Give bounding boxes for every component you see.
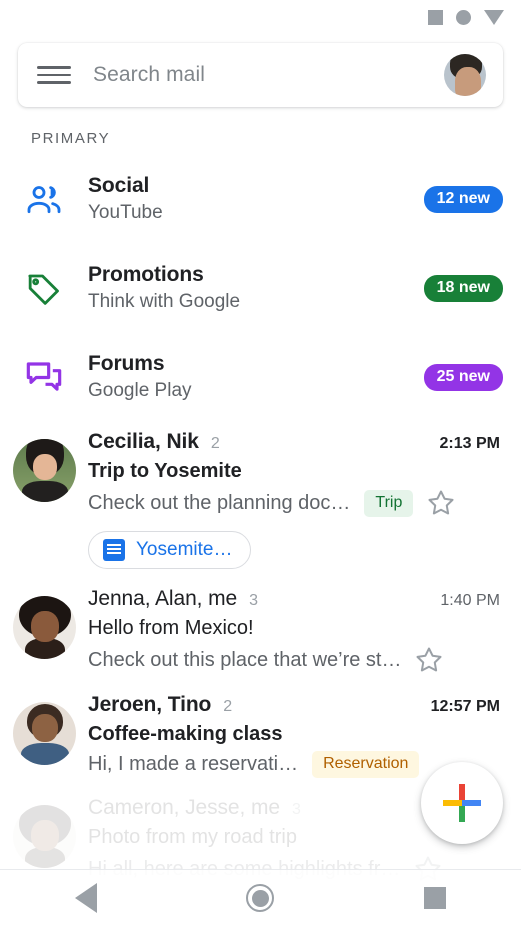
people-icon bbox=[0, 180, 88, 220]
category-text-social: Social YouTube bbox=[88, 173, 424, 226]
mail-snippet: Hi, I made a reservati… bbox=[88, 753, 298, 776]
mail-header-line: Cecilia, Nik 2 2:13 PM bbox=[88, 430, 517, 454]
mail-subject: Hello from Mexico! bbox=[88, 615, 517, 641]
category-row-forums[interactable]: Forums Google Play 25 new bbox=[0, 333, 521, 422]
category-row-promotions[interactable]: Promotions Think with Google 18 new bbox=[0, 244, 521, 333]
mail-label-chip[interactable]: Reservation bbox=[312, 751, 419, 778]
home-circle-icon[interactable] bbox=[246, 884, 274, 912]
category-subtitle: YouTube bbox=[88, 200, 424, 226]
recents-square-icon[interactable] bbox=[424, 887, 446, 909]
attachment-name: Yosemite… bbox=[136, 539, 232, 561]
square-icon bbox=[428, 10, 443, 25]
account-avatar[interactable] bbox=[444, 54, 486, 96]
search-input[interactable]: Search mail bbox=[93, 63, 444, 87]
category-subtitle: Google Play bbox=[88, 378, 424, 404]
mail-header-line: Jenna, Alan, me 3 1:40 PM bbox=[88, 587, 517, 611]
mail-snippet-line: Check out the planning doc… Trip bbox=[88, 488, 517, 518]
badge-forums: 25 new bbox=[424, 364, 503, 391]
triangle-down-icon bbox=[484, 10, 504, 25]
star-icon[interactable] bbox=[407, 645, 451, 675]
search-bar-container: Search mail bbox=[0, 34, 521, 107]
mail-snippet: Check out the planning doc… bbox=[88, 492, 350, 515]
mail-content-jenna: Jenna, Alan, me 3 1:40 PM Hello from Mex… bbox=[88, 587, 521, 675]
mail-thread-count: 3 bbox=[292, 801, 301, 819]
mail-timestamp: 12:57 PM bbox=[431, 698, 517, 716]
category-text-promotions: Promotions Think with Google bbox=[88, 262, 424, 315]
mail-sender: Jeroen, Tino bbox=[88, 693, 211, 717]
avatar-cecilia bbox=[0, 430, 88, 569]
mail-label-chip[interactable]: Trip bbox=[364, 490, 413, 517]
avatar-jeroen bbox=[0, 693, 88, 778]
mail-thread-count: 2 bbox=[223, 698, 232, 716]
mail-thread-count: 2 bbox=[211, 435, 220, 453]
mail-sender: Cecilia, Nik bbox=[88, 430, 199, 454]
mail-sender: Cameron, Jesse, me bbox=[88, 796, 280, 820]
attachment-chip[interactable]: Yosemite… bbox=[88, 531, 251, 569]
mail-timestamp: 1:40 PM bbox=[440, 592, 517, 610]
mail-subject: Trip to Yosemite bbox=[88, 458, 517, 484]
gmail-inbox-screen: Search mail PRIMARY Social YouTube 12 ne… bbox=[0, 0, 521, 926]
badge-promotions: 18 new bbox=[424, 275, 503, 302]
android-nav-bar bbox=[0, 870, 521, 926]
back-triangle-icon[interactable] bbox=[75, 883, 97, 913]
mail-row-jenna[interactable]: Jenna, Alan, me 3 1:40 PM Hello from Mex… bbox=[0, 579, 521, 685]
compose-fab-button[interactable] bbox=[421, 762, 503, 844]
mail-subject: Coffee-making class bbox=[88, 721, 517, 747]
forum-icon bbox=[0, 358, 88, 398]
category-text-forums: Forums Google Play bbox=[88, 351, 424, 404]
mail-snippet: Check out this place that we’re st… bbox=[88, 649, 401, 672]
category-row-social[interactable]: Social YouTube 12 new bbox=[0, 155, 521, 244]
star-icon[interactable] bbox=[419, 488, 463, 518]
mail-sender: Jenna, Alan, me bbox=[88, 587, 237, 611]
mail-timestamp: 2:13 PM bbox=[440, 435, 517, 453]
avatar-jenna bbox=[0, 587, 88, 675]
section-header-primary: PRIMARY bbox=[0, 107, 521, 155]
category-subtitle: Think with Google bbox=[88, 289, 424, 315]
mail-row-cecilia[interactable]: Cecilia, Nik 2 2:13 PM Trip to Yosemite … bbox=[0, 422, 521, 579]
search-bar[interactable]: Search mail bbox=[18, 43, 503, 107]
mail-content-cecilia: Cecilia, Nik 2 2:13 PM Trip to Yosemite … bbox=[88, 430, 521, 569]
mail-snippet-line: Check out this place that we’re st… bbox=[88, 645, 517, 675]
google-plus-icon bbox=[443, 784, 481, 822]
badge-social: 12 new bbox=[424, 186, 503, 213]
tag-icon bbox=[0, 269, 88, 309]
mail-header-line: Jeroen, Tino 2 12:57 PM bbox=[88, 693, 517, 717]
category-title: Promotions bbox=[88, 262, 424, 288]
category-title: Social bbox=[88, 173, 424, 199]
circle-icon bbox=[456, 10, 471, 25]
google-docs-icon bbox=[103, 539, 125, 561]
hamburger-menu-icon[interactable] bbox=[37, 62, 71, 88]
mail-thread-count: 3 bbox=[249, 592, 258, 610]
category-title: Forums bbox=[88, 351, 424, 377]
status-bar bbox=[0, 0, 521, 34]
